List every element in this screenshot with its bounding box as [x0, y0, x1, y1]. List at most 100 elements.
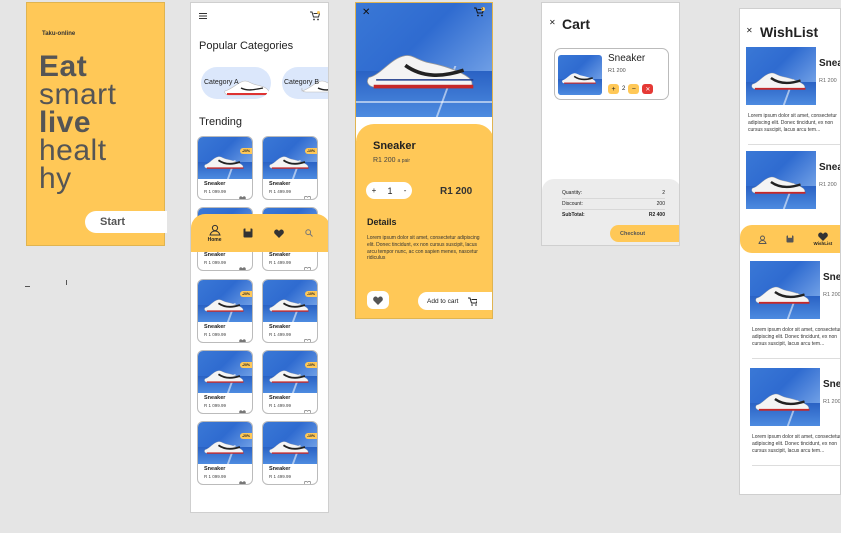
remove-item-button[interactable]: ✕: [642, 84, 654, 94]
details-title: Details: [367, 217, 397, 227]
heart-icon[interactable]: [239, 332, 246, 342]
close-icon[interactable]: ✕: [549, 18, 556, 27]
product-name: Sneaker: [269, 181, 291, 187]
divider: [752, 465, 840, 466]
category-card-b[interactable]: Category B: [282, 67, 328, 99]
wishlist-item-desc: Lorem ipsum dolor sit amet, consectetur …: [752, 327, 841, 347]
wishlist-item[interactable]: Snea R1 200 Lorem ipsum dolor sit amet, co…: [746, 47, 841, 147]
heart-icon[interactable]: [303, 474, 312, 484]
heart-icon[interactable]: [239, 189, 246, 199]
bottom-nav: Home: [191, 214, 328, 252]
heart-icon: [373, 295, 383, 305]
discount-badge: -20%: [239, 362, 252, 368]
wishlist-item-desc: Lorem ipsum dolor sit amet, consectetur …: [752, 434, 841, 454]
qty-plus-button[interactable]: +: [608, 84, 619, 94]
user-icon: [208, 224, 221, 235]
product-card[interactable]: -10% Sneaker R 1 499.99: [262, 421, 318, 485]
heart-icon: [818, 232, 828, 241]
product-card[interactable]: -10% Sneaker R 1 499.99: [262, 136, 318, 200]
product-card[interactable]: -20% Sneaker R 1 099.99: [197, 279, 253, 343]
start-button[interactable]: Start: [85, 211, 167, 233]
cart-item-image: [558, 55, 602, 95]
qty-plus-button[interactable]: +: [372, 186, 377, 195]
wishlist-item-name: Snea: [819, 162, 841, 173]
cart-title: Cart: [562, 16, 591, 32]
discount-badge: -10%: [304, 148, 317, 154]
qty-minus-button[interactable]: -: [404, 186, 407, 195]
product-name: Sneaker: [269, 466, 291, 472]
product-price: R1 200 a pair: [373, 157, 410, 164]
total-price: R1 200: [440, 186, 473, 197]
summary-label: Quantity:: [562, 190, 583, 196]
cart-icon[interactable]: [310, 11, 320, 21]
close-icon[interactable]: ✕: [746, 26, 753, 35]
product-image: [198, 280, 252, 322]
wishlist-item-price: R1 200: [819, 78, 837, 84]
summary-value: R2 400: [648, 212, 665, 218]
checkout-button[interactable]: Checkout: [610, 225, 679, 242]
heart-icon[interactable]: [239, 474, 246, 484]
product-price: R 1 499.99: [269, 403, 292, 408]
wishlist-item[interactable]: Snea R1 200 Lorem ipsum dolor sit amet, co…: [750, 261, 841, 361]
favorite-button[interactable]: [367, 291, 389, 309]
sneaker-image: [224, 80, 270, 96]
add-to-cart-button[interactable]: Add to cart: [418, 292, 492, 310]
heart-icon[interactable]: [303, 189, 312, 199]
product-price: R 1 499.99: [269, 332, 292, 337]
nav-home[interactable]: Home: [208, 224, 222, 243]
product-card[interactable]: -10% Sneaker R 1 499.99: [262, 279, 318, 343]
nav-saved[interactable]: [243, 228, 253, 238]
product-price: R 1 099.99: [204, 260, 227, 265]
heart-icon[interactable]: [239, 403, 246, 413]
discount-badge: -10%: [304, 362, 317, 368]
summary-label: SubTotal:: [562, 212, 585, 218]
nav-wishlist[interactable]: [274, 228, 284, 238]
wishlist-item-name: Snea: [823, 379, 841, 390]
product-card[interactable]: -20% Sneaker R 1 099.99: [197, 136, 253, 200]
product-name: Sneaker: [204, 395, 226, 401]
qty-minus-button[interactable]: −: [628, 84, 640, 94]
product-card[interactable]: -20% Sneaker R 1 099.99: [197, 421, 253, 485]
wishlist-item-price: R1 200: [819, 182, 837, 188]
product-image: [198, 137, 252, 179]
nav-wishlist-label: WishList: [813, 241, 833, 246]
menu-icon[interactable]: [199, 13, 207, 19]
heart-icon: [274, 228, 284, 238]
headline-word-5: hy: [39, 162, 72, 195]
product-price: R 1 099.99: [204, 474, 227, 479]
save-icon: [243, 228, 253, 238]
product-card[interactable]: -20% Sneaker R 1 099.99: [197, 350, 253, 414]
product-image: [263, 422, 317, 464]
cart-icon[interactable]: 2: [474, 6, 485, 18]
save-icon[interactable]: [786, 235, 794, 243]
headline-word-1: Eat: [39, 50, 88, 83]
heart-icon[interactable]: [303, 260, 312, 270]
discount-badge: -20%: [239, 291, 252, 297]
search-icon: [305, 229, 314, 237]
wishlist-item-name: Snea: [819, 58, 841, 69]
wishlist-item[interactable]: Snea R1 200 Lorem ipsum dolor sit amet, co…: [750, 368, 841, 468]
wishlist-bottom-nav: WishList: [740, 225, 840, 253]
product-price: R 1 099.99: [204, 189, 227, 194]
wishlist-item-image: [746, 151, 816, 209]
summary-row: SubTotal: R2 400: [562, 210, 665, 220]
wishlist-item-price: R1 200: [823, 292, 841, 298]
heart-icon[interactable]: [239, 260, 246, 270]
summary-value: 200: [656, 201, 665, 207]
product-card[interactable]: -10% Sneaker R 1 499.99: [262, 350, 318, 414]
product-image: [198, 351, 252, 393]
cart-item-qty: 2: [622, 86, 626, 92]
nav-wishlist[interactable]: WishList: [813, 232, 833, 246]
home-screen: Popular Categories Category A Category B…: [190, 2, 329, 513]
category-card-a[interactable]: Category A: [201, 67, 271, 99]
discount-badge: -10%: [304, 291, 317, 297]
product-name: Sneaker: [204, 466, 226, 472]
product-price: R 1 499.99: [269, 189, 292, 194]
heart-icon[interactable]: [303, 403, 312, 413]
close-icon[interactable]: ✕: [362, 7, 370, 18]
cart-summary: Quantity: 2 Discount: 200 SubTotal: R2 400 Ch…: [542, 179, 679, 245]
heart-icon[interactable]: [303, 332, 312, 342]
nav-search[interactable]: [305, 229, 314, 237]
user-icon[interactable]: [758, 235, 767, 244]
summary-value: 2: [662, 190, 665, 196]
